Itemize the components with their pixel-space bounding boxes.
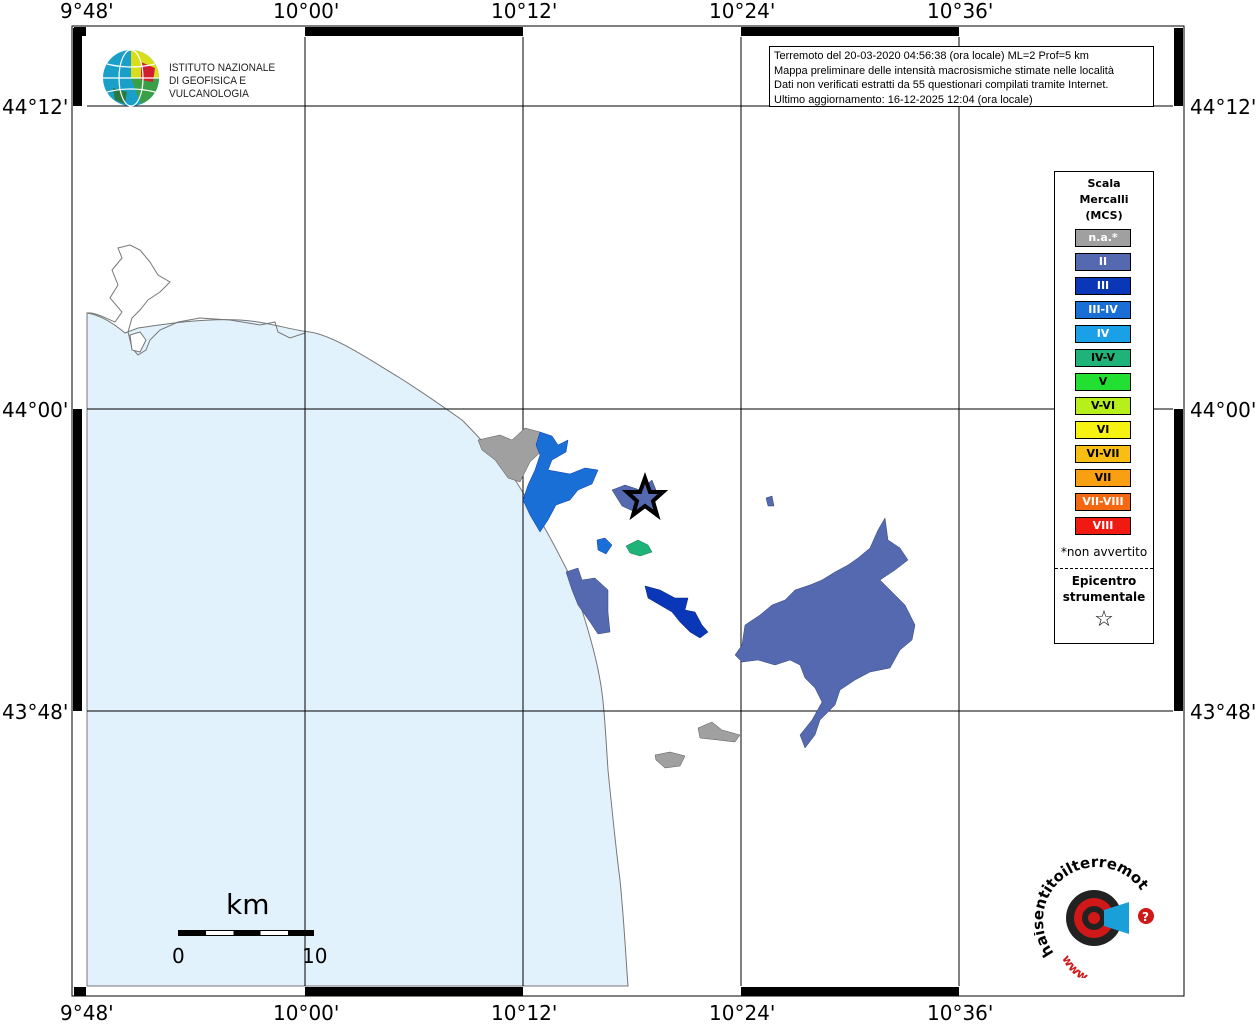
info-line-data-source: Dati non verificati estratti da 55 quest… xyxy=(774,79,1109,91)
legend-item-9: VI-VII xyxy=(1075,445,1131,463)
haisentito-logo-graphic: haisentitoilterremoto.it www. ? xyxy=(1029,844,1154,985)
scale-bar: km 0 10 xyxy=(170,888,340,968)
legend-item-6: V xyxy=(1075,373,1131,391)
haisentito-www: www. xyxy=(1059,952,1093,985)
legend-item-0: n.a.* xyxy=(1075,229,1131,247)
lon-label-top: 10°24' xyxy=(709,0,775,23)
info-line-event: Terremoto del 20-03-2020 04:56:38 (ora l… xyxy=(774,50,1089,62)
lat-label-left: 43°48' xyxy=(2,700,68,724)
svg-text:www.: www. xyxy=(1059,952,1093,978)
scale-max: 10 xyxy=(302,944,328,968)
lon-label-top: 9°48' xyxy=(60,0,114,23)
earthquake-info-box: Terremoto del 20-03-2020 04:56:38 (ora l… xyxy=(769,46,1154,107)
scale-min: 0 xyxy=(172,944,185,968)
legend-separator xyxy=(1055,568,1153,569)
legend-item-7: V-VI xyxy=(1075,397,1131,415)
info-line-description: Mappa preliminare delle intensità macros… xyxy=(774,64,1114,77)
lon-label-bottom: 10°12' xyxy=(491,1001,557,1024)
lon-label-top: 10°36' xyxy=(927,0,993,23)
lat-label-right: 43°48' xyxy=(1190,700,1256,724)
legend-title-line3: (MCS) xyxy=(1085,209,1123,222)
info-line-updated: Ultimo aggiornamento: 16-12-2025 12:04 (… xyxy=(774,93,1033,106)
legend-item-5: IV-V xyxy=(1075,349,1131,367)
haisentito-logo: haisentitoilterremoto.it www. ? xyxy=(1029,844,1164,985)
lon-label-top: 10°00' xyxy=(273,0,339,23)
legend-item-10: VII xyxy=(1075,469,1131,487)
legend-title-line1: Scala xyxy=(1087,177,1121,190)
legend-epicenter-line2: strumentale xyxy=(1062,590,1146,604)
ingv-logo: ISTITUTO NAZIONALE DI GEOFISICA E VULCAN… xyxy=(101,48,311,110)
legend-epicenter-line1: Epicentro xyxy=(1071,574,1137,588)
question-mark-icon: ? xyxy=(1142,910,1149,924)
map-area xyxy=(86,37,1173,987)
legend-item-3: III-IV xyxy=(1075,301,1131,319)
globe-icon xyxy=(103,49,159,107)
lon-label-bottom: 9°48' xyxy=(60,1001,114,1024)
legend-items: n.a.* II III III-IV IV IV-V V V-VI VI VI-VII VII VI… xyxy=(1075,229,1131,541)
lon-label-bottom: 10°24' xyxy=(709,1001,775,1024)
legend-title: Scala Mercalli (MCS) xyxy=(1055,176,1153,224)
legend-note: *non avvertito xyxy=(1060,545,1148,559)
lon-label-top: 10°12' xyxy=(491,0,557,23)
legend-item-2: III xyxy=(1075,277,1131,295)
lon-label-bottom: 10°00' xyxy=(273,1001,339,1024)
lat-label-left: 44°12' xyxy=(2,95,68,119)
legend-item-1: II xyxy=(1075,253,1131,271)
lon-label-bottom: 10°36' xyxy=(927,1001,993,1024)
scale-bar-graphic xyxy=(178,930,314,936)
ingv-name-line1: ISTITUTO NAZIONALE xyxy=(169,62,276,74)
star-icon: ☆ xyxy=(1094,607,1114,632)
lat-label-right: 44°12' xyxy=(1190,95,1256,119)
ingv-name-line2: DI GEOFISICA E VULCANOLOGIA xyxy=(169,75,249,100)
legend-title-line2: Mercalli xyxy=(1079,193,1129,206)
lat-label-left: 44°00' xyxy=(2,398,68,422)
legend-item-4: IV xyxy=(1075,325,1131,343)
mcs-legend: Scala Mercalli (MCS) n.a.* II III III-IV IV I… xyxy=(1054,171,1154,644)
scale-unit: km xyxy=(226,888,270,921)
lat-label-right: 44°00' xyxy=(1190,398,1256,422)
legend-item-11: VII-VIII xyxy=(1075,493,1131,511)
legend-item-12: VIII xyxy=(1075,517,1131,535)
legend-epicenter-label: Epicentro strumentale xyxy=(1055,573,1153,605)
legend-item-8: VI xyxy=(1075,421,1131,439)
